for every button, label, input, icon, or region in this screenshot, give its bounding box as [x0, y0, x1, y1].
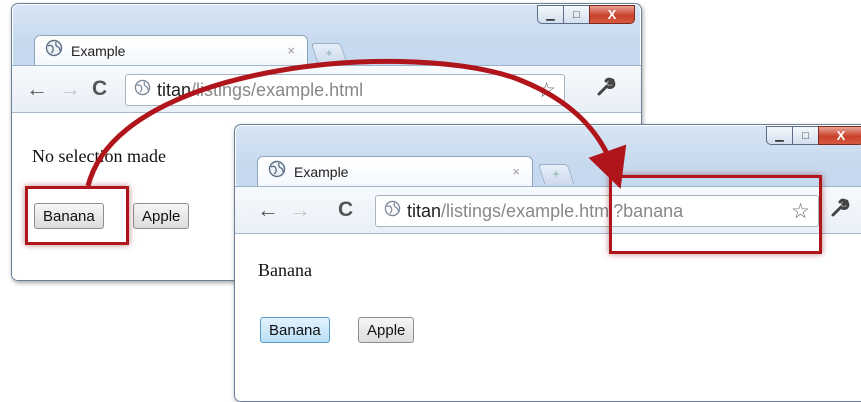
annotation-arrow [85, 58, 627, 189]
